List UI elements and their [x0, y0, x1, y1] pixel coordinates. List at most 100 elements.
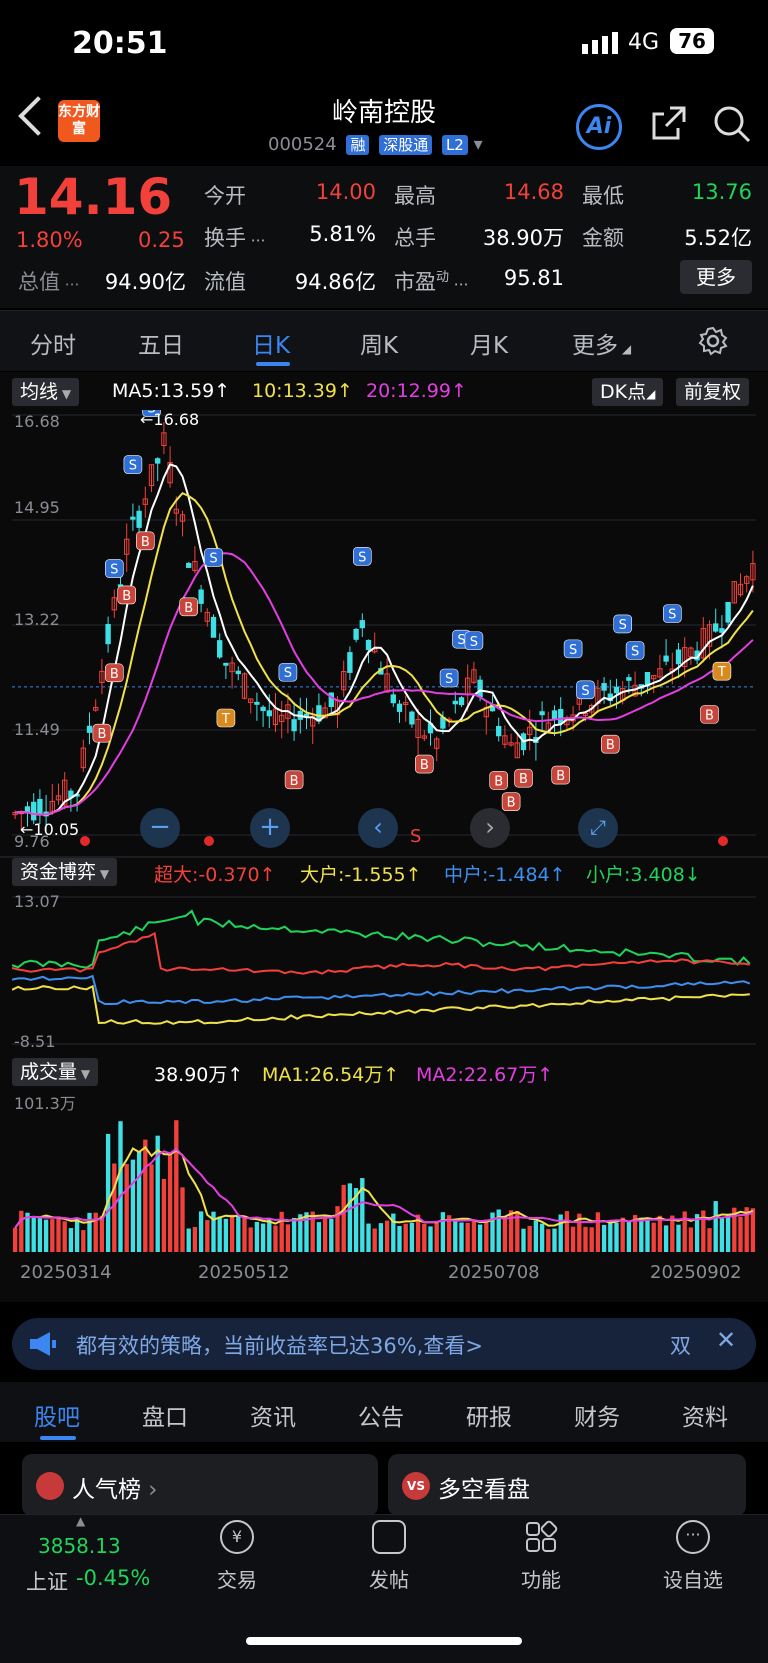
trade-icon[interactable]: ¥: [220, 1520, 254, 1554]
ai-button[interactable]: Ai: [576, 104, 622, 150]
volume-bar: [12, 1227, 18, 1252]
post-icon[interactable]: [372, 1520, 406, 1554]
tab-more[interactable]: 更多 ◢: [572, 326, 631, 360]
info-icon[interactable]: ⋯: [246, 231, 266, 249]
candle-body: [105, 624, 111, 645]
volume-bar: [471, 1220, 477, 1252]
home-indicator[interactable]: [246, 1637, 522, 1645]
pan-left-button[interactable]: ‹: [358, 808, 398, 848]
zoom-in-button[interactable]: +: [250, 808, 290, 848]
tag-margin: 融: [346, 135, 370, 155]
volume-bar: [670, 1215, 675, 1252]
settings-gear-icon[interactable]: [698, 326, 728, 356]
volume-bar: [713, 1201, 718, 1252]
signal-marker-label: B: [556, 769, 565, 784]
volume-bar: [546, 1229, 551, 1252]
tab-finance[interactable]: 财务: [574, 1398, 620, 1432]
nav-post[interactable]: 发帖: [344, 1564, 434, 1593]
ticker-text[interactable]: 都有效的策略，当前收益率已达36%,查看>: [76, 1330, 483, 1360]
volume-bar: [527, 1225, 532, 1252]
watchlist-icon[interactable]: ···: [676, 1520, 710, 1554]
index-value[interactable]: 3858.13: [38, 1534, 121, 1558]
volume-bar: [428, 1226, 433, 1252]
corner-arrow-icon: ◢: [618, 342, 632, 356]
fullscreen-icon[interactable]: ⤢: [578, 808, 618, 848]
volume-bar: [130, 1159, 136, 1252]
candle-body: [365, 639, 372, 651]
functions-icon[interactable]: [524, 1520, 558, 1554]
volume-axis-top: 101.3万: [14, 1094, 76, 1113]
more-quote-button[interactable]: 更多: [680, 260, 752, 294]
candle-body: [130, 516, 136, 520]
indicator-select[interactable]: 均线 ▼: [12, 378, 80, 406]
volume-bar: [459, 1222, 464, 1252]
tab-forum[interactable]: 股吧: [34, 1398, 80, 1432]
tab-monthly-k[interactable]: 月K: [470, 326, 508, 360]
date-label-1: 20250314: [20, 1262, 112, 1283]
candle-body: [260, 706, 266, 712]
tab-orderbook[interactable]: 盘口: [142, 1398, 188, 1432]
tab-daily-k[interactable]: 日K: [252, 326, 290, 360]
search-icon[interactable]: [712, 104, 752, 144]
kline-chart[interactable]: SSSBBBBBSSBSBSSSBBBBSSBSSSBTT: [12, 410, 756, 850]
pan-right-button[interactable]: ›: [470, 808, 510, 848]
vol-ma2-legend: MA2:22.67万↑: [416, 1060, 553, 1087]
mktcap-label[interactable]: 总值 ⋯: [18, 266, 80, 296]
volume-chart[interactable]: [12, 1090, 756, 1252]
adjust-button[interactable]: 前复权: [676, 378, 750, 406]
candle-body: [359, 620, 365, 629]
tab-announcements[interactable]: 公告: [358, 1398, 404, 1432]
flow-indicator-select[interactable]: 资金博弈 ▼: [12, 858, 118, 886]
info-icon[interactable]: ⋯: [60, 275, 80, 293]
candle-body: [37, 798, 43, 816]
volume-bar: [260, 1223, 266, 1252]
turnover-label[interactable]: 换手 ⋯: [204, 222, 266, 252]
tab-profile[interactable]: 资料: [682, 1398, 728, 1432]
zoom-out-button[interactable]: −: [140, 808, 180, 848]
turnover-label-text: 换手: [204, 226, 246, 250]
stock-code-row[interactable]: 000524 融 深股通 L2 ▾: [268, 134, 483, 155]
volume-bar: [384, 1220, 390, 1252]
signal-marker-label: T: [717, 665, 726, 680]
volume-legend: 38.90万↑: [154, 1060, 243, 1087]
share-icon[interactable]: [650, 104, 688, 142]
volume-bar: [521, 1228, 526, 1252]
tab-more-label: 更多: [572, 333, 618, 359]
nav-trade[interactable]: 交易: [192, 1564, 282, 1593]
flow-small-line: [12, 909, 751, 969]
tab-five-day[interactable]: 五日: [138, 326, 184, 360]
volume-bar: [403, 1223, 408, 1252]
close-icon[interactable]: ✕: [716, 1326, 736, 1354]
chevron-right-icon: ›: [141, 1477, 158, 1503]
dk-button[interactable]: DK点◢: [592, 378, 664, 406]
volume-bar: [31, 1216, 36, 1252]
flow-mid-line: [12, 974, 751, 1005]
signal-marker-label: B: [494, 774, 503, 789]
flow-chart[interactable]: [12, 892, 756, 1052]
tab-weekly-k[interactable]: 周K: [360, 326, 398, 360]
nav-functions[interactable]: 功能: [496, 1564, 586, 1593]
candle-body: [31, 801, 37, 821]
volume-bar: [564, 1211, 570, 1252]
candle-body: [409, 711, 415, 725]
tab-research[interactable]: 研报: [466, 1398, 512, 1432]
tab-news[interactable]: 资讯: [250, 1398, 296, 1432]
nav-add-watchlist[interactable]: 设自选: [648, 1564, 738, 1593]
volume-indicator-select[interactable]: 成交量 ▼: [12, 1058, 99, 1086]
volume-bar: [19, 1210, 24, 1252]
low-marker-value: 10.05: [33, 820, 80, 839]
signal-marker-label: B: [519, 772, 528, 787]
mktcap-value: 94.90亿: [104, 270, 186, 294]
volume-indicator-label: 成交量: [20, 1061, 78, 1083]
indicator-select-label: 均线: [20, 381, 59, 403]
pe-label[interactable]: 市盈动 ⋯: [394, 266, 469, 296]
network-type: 4G: [628, 30, 660, 55]
flow-super-legend: 超大:-0.370↑: [154, 860, 276, 887]
volume-bar: [366, 1223, 371, 1252]
volume-bar: [589, 1227, 594, 1252]
info-icon[interactable]: ⋯: [449, 275, 469, 293]
volume-bar: [595, 1212, 601, 1252]
volume-bar: [378, 1223, 384, 1252]
tab-intraday[interactable]: 分时: [30, 326, 76, 360]
chevron-down-icon: ▼: [58, 387, 72, 401]
